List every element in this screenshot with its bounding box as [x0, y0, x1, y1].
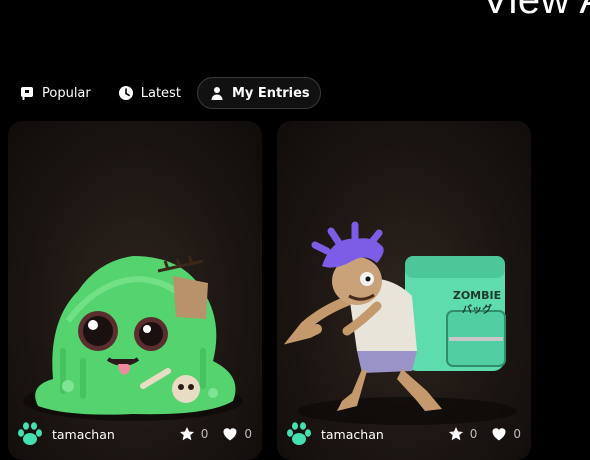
- entry-card[interactable]: tamachan 0 0: [8, 121, 262, 460]
- tab-label: My Entries: [231, 85, 310, 101]
- entry-card[interactable]: ZOMBIE バッグ tamachan 0 0: [277, 121, 531, 460]
- star-button[interactable]: 0: [179, 426, 209, 442]
- like-button[interactable]: 0: [491, 426, 521, 442]
- like-count: 0: [244, 427, 252, 441]
- tab-label: Latest: [140, 85, 181, 101]
- tab-popular[interactable]: Popular: [8, 77, 101, 109]
- star-count: 0: [200, 427, 209, 441]
- heart-icon: [492, 428, 506, 441]
- clock-icon: [117, 84, 135, 102]
- tab-latest[interactable]: Latest: [107, 77, 191, 109]
- tab-label: Popular: [42, 85, 91, 101]
- paw-icon: [18, 422, 42, 445]
- star-button[interactable]: 0: [448, 426, 478, 442]
- bag-text: ZOMBIE: [453, 289, 501, 302]
- like-button[interactable]: 0: [222, 426, 252, 442]
- tab-my-entries[interactable]: My Entries: [196, 77, 321, 109]
- paw-icon: [287, 422, 311, 445]
- filter-tabs: Popular Latest My Entries: [8, 77, 321, 109]
- author-name[interactable]: tamachan: [52, 427, 165, 442]
- star-count: 0: [469, 427, 478, 441]
- slime-zombie-artwork: [23, 255, 243, 421]
- bag-text: バッグ: [462, 303, 492, 316]
- flag-icon: [18, 84, 36, 102]
- star-icon: [448, 427, 463, 441]
- star-icon: [179, 427, 194, 441]
- card-footer: tamachan 0 0: [277, 412, 531, 460]
- like-count: 0: [513, 427, 521, 441]
- page-title: View A: [482, 0, 590, 22]
- author-name[interactable]: tamachan: [321, 427, 434, 442]
- card-footer: tamachan 0 0: [8, 412, 262, 460]
- user-icon: [208, 84, 226, 102]
- zombie-runner-artwork: ZOMBIE バッグ: [283, 221, 517, 425]
- heart-icon: [223, 428, 237, 441]
